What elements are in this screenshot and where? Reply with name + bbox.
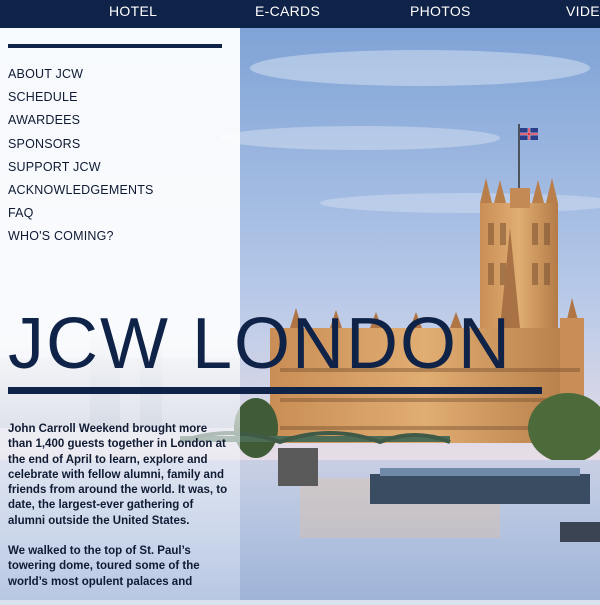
sidebar-item-awardees: AWARDEES xyxy=(8,109,154,132)
sidebar-item-faq: FAQ xyxy=(8,202,154,225)
headline-underline xyxy=(8,387,542,394)
sidebar-item-whos-coming: WHO'S COMING? xyxy=(8,225,154,248)
sidebar-link-faq[interactable]: FAQ xyxy=(8,206,34,220)
sidebar-link-schedule[interactable]: SCHEDULE xyxy=(8,90,78,104)
sidebar-item-schedule: SCHEDULE xyxy=(8,86,154,109)
nav-e-cards-link[interactable]: E-CARDS xyxy=(255,3,320,19)
nav-photos-link[interactable]: PHOTOS xyxy=(410,3,471,19)
sidebar-link-awardees[interactable]: AWARDEES xyxy=(8,113,80,127)
sidebar-link-whos-coming[interactable]: WHO'S COMING? xyxy=(8,229,114,243)
sidebar-item-sponsors: SPONSORS xyxy=(8,133,154,156)
top-navigation: HOTEL E-CARDS PHOTOS VIDEO xyxy=(0,0,600,28)
intro-paragraph-2: We walked to the top of St. Paul’s tower… xyxy=(8,545,200,588)
intro-paragraph-1: John Carroll Weekend brought more than 1… xyxy=(8,423,228,527)
nav-video-link[interactable]: VIDEO xyxy=(566,3,600,19)
sidebar-item-acknowledgements: ACKNOWLEDGEMENTS xyxy=(8,179,154,202)
intro-text: John Carroll Weekend brought more than 1… xyxy=(8,422,230,605)
sidebar-link-acknowledgements[interactable]: ACKNOWLEDGEMENTS xyxy=(8,183,154,197)
sidebar-top-rule xyxy=(8,44,222,48)
sidebar-link-sponsors[interactable]: SPONSORS xyxy=(8,137,80,151)
nav-hotel-link[interactable]: HOTEL xyxy=(109,3,157,19)
page-headline: JCW LONDON xyxy=(8,304,512,384)
sidebar-link-support-jcw[interactable]: SUPPORT JCW xyxy=(8,160,101,174)
sidebar-item-about: ABOUT JCW xyxy=(8,63,154,86)
sidebar-menu: ABOUT JCW SCHEDULE AWARDEES SPONSORS SUP… xyxy=(8,63,154,249)
sidebar-item-support: SUPPORT JCW xyxy=(8,156,154,179)
sidebar-link-about-jcw[interactable]: ABOUT JCW xyxy=(8,67,83,81)
